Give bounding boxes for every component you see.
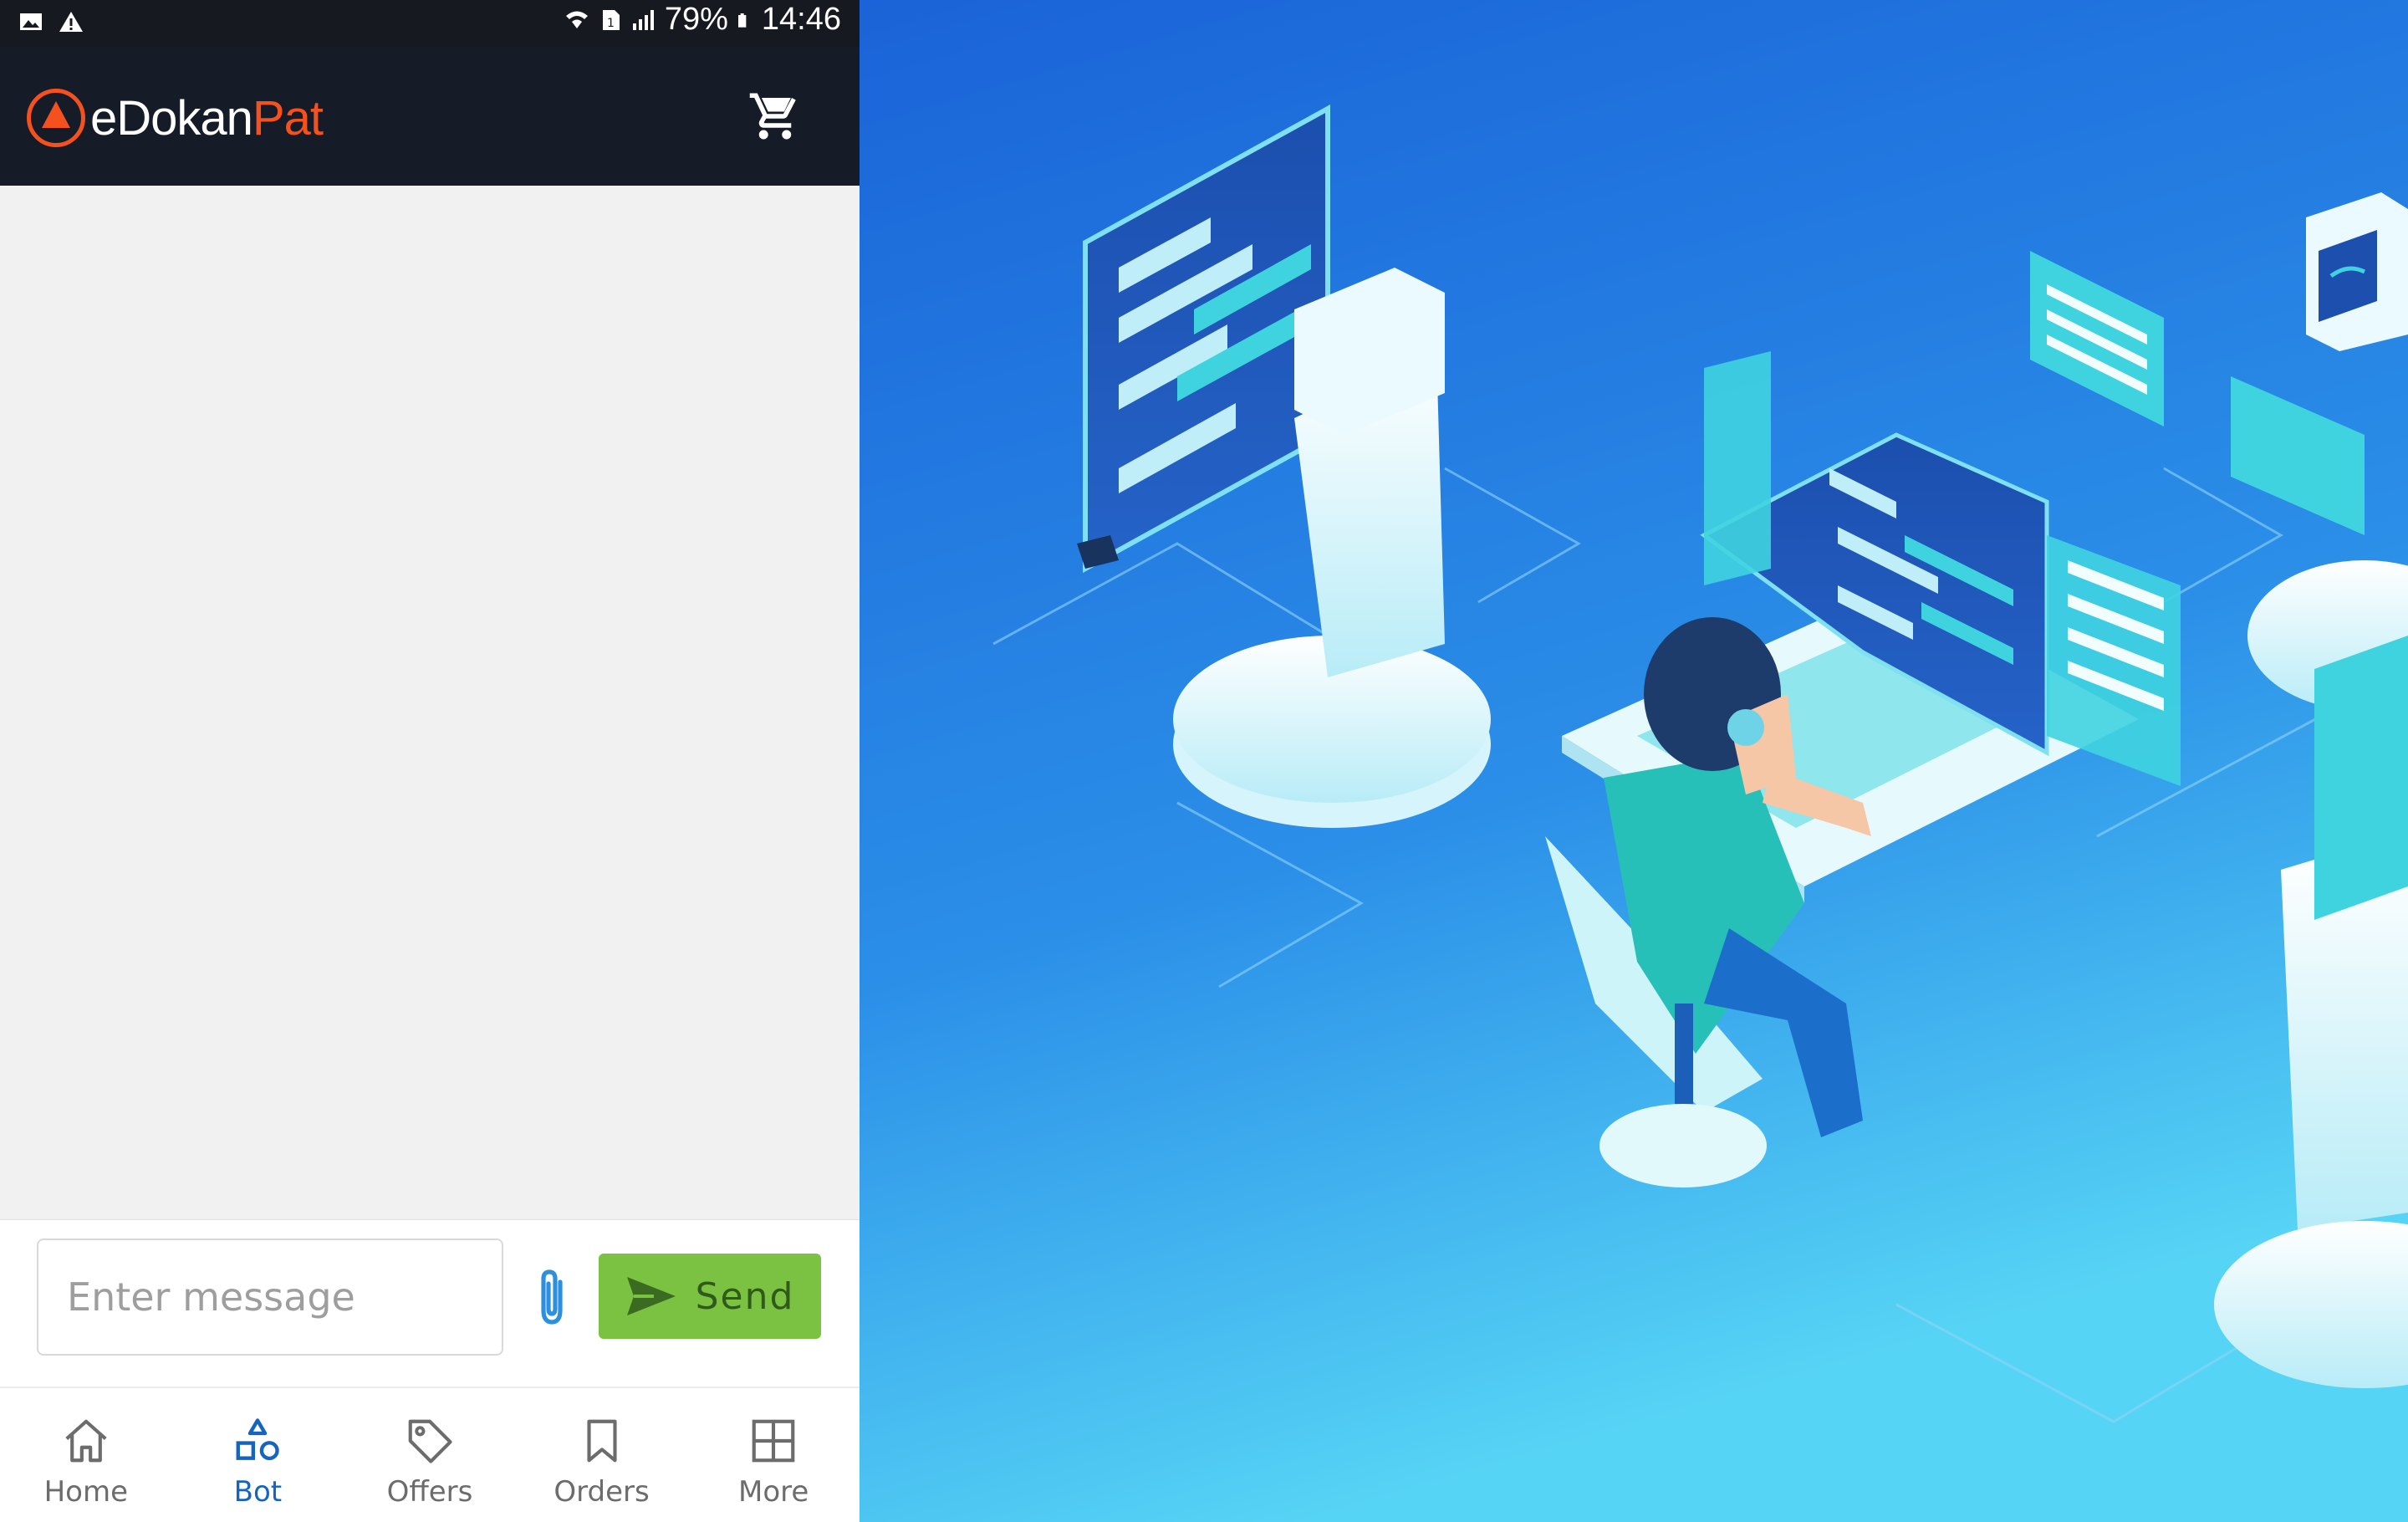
tab-bot[interactable]: Bot [172, 1388, 344, 1522]
status-time: 14:46 [761, 2, 841, 37]
app-header: eDokanPat [0, 47, 860, 186]
message-composer: Send [0, 1219, 860, 1387]
message-input[interactable] [37, 1239, 503, 1356]
tab-more[interactable]: More [687, 1388, 860, 1522]
home-icon [65, 1419, 107, 1463]
signal-icon [632, 9, 654, 30]
phone-screen: 1 79% 14:46 eDokanPat Send Home Bot [0, 0, 860, 1522]
chat-messages-area [0, 186, 860, 1219]
cart-icon[interactable] [747, 89, 803, 144]
app-logo: eDokanPat [27, 89, 324, 147]
tab-label: Bot [233, 1475, 283, 1509]
illustration-graphic [860, 0, 2408, 1522]
wifi-icon [565, 11, 588, 28]
battery-percent: 79% [664, 2, 728, 37]
gallery-icon [20, 13, 42, 30]
tag-icon [408, 1419, 452, 1463]
send-button[interactable]: Send [599, 1254, 821, 1339]
send-icon [626, 1277, 676, 1315]
tab-label: More [738, 1475, 809, 1509]
battery-icon [737, 13, 747, 28]
bookmark-icon [587, 1419, 617, 1463]
chatbot-illustration [860, 0, 2408, 1522]
bottom-navigation: Home Bot Offers Orders More [0, 1387, 860, 1522]
status-bar: 1 79% 14:46 [0, 0, 860, 47]
tab-label: Home [43, 1475, 128, 1509]
sim-icon: 1 [602, 9, 620, 30]
send-label: Send [695, 1274, 795, 1318]
shapes-icon [236, 1418, 280, 1461]
svg-text:1: 1 [607, 17, 615, 30]
logo-text: eDokanPat [90, 90, 324, 146]
tab-home[interactable]: Home [0, 1388, 172, 1522]
tab-label: Offers [386, 1475, 473, 1509]
warning-icon [59, 12, 83, 32]
tab-orders[interactable]: Orders [516, 1388, 688, 1522]
paperclip-icon[interactable] [532, 1267, 572, 1327]
tab-label: Orders [554, 1475, 650, 1509]
logo-icon [27, 89, 85, 147]
grid-icon [752, 1419, 795, 1463]
tab-offers[interactable]: Offers [344, 1388, 516, 1522]
